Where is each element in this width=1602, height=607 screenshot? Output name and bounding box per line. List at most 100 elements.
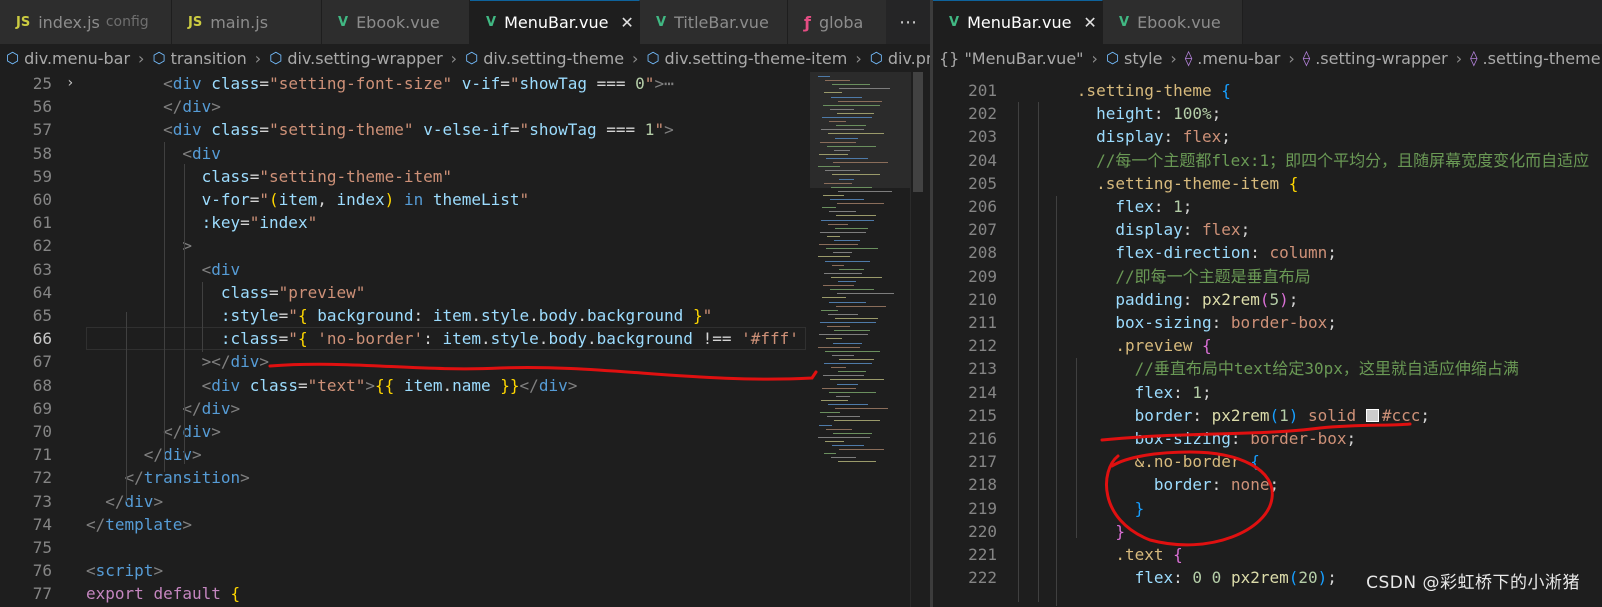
watermark: CSDN @彩虹桥下的小淅猪 — [1366, 573, 1580, 593]
breadcrumb-item[interactable]: ⬡ div.setting-theme — [465, 49, 624, 68]
minimap-line — [831, 367, 846, 369]
vue-icon: V — [338, 14, 349, 30]
breadcrumb-item[interactable]: ⬡div.preview — [870, 49, 930, 68]
close-icon[interactable]: ✕ — [1083, 13, 1096, 32]
code-token: style — [490, 329, 539, 349]
minimap-line — [837, 383, 858, 385]
left-vertical-scrollbar[interactable] — [910, 72, 925, 607]
code-token: div — [124, 491, 154, 511]
tab-globa[interactable]: ƒ globa — [788, 0, 898, 44]
breadcrumb-item[interactable]: ⬡ transition — [152, 49, 246, 68]
code-text: <div class="setting-theme" v-else-if="sh… — [86, 118, 674, 141]
minimap-line — [829, 301, 866, 303]
code-token: > — [365, 375, 376, 395]
minimap-line — [836, 395, 850, 397]
left-scrollbar-thumb[interactable] — [913, 72, 923, 192]
code-line: 206 flex: 1; — [933, 195, 1602, 218]
line-number: 209 — [968, 266, 997, 286]
code-token: script — [95, 561, 154, 581]
code-token: : — [1182, 220, 1203, 240]
minimap-line — [835, 408, 888, 410]
breadcrumb-label: style — [1124, 48, 1163, 68]
color-swatch[interactable] — [1365, 408, 1379, 422]
breadcrumb-item[interactable]: ⟠ .setting-wrapper — [1303, 49, 1448, 68]
breadcrumb-separator: › — [254, 48, 262, 68]
close-icon[interactable]: ✕ — [620, 13, 633, 32]
breadcrumb-item[interactable]: ⬡ style — [1106, 49, 1162, 68]
breadcrumb-item[interactable]: ⬡ div.setting-wrapper — [269, 49, 442, 68]
code-token: div — [230, 352, 260, 372]
code-token: { — [1250, 452, 1260, 472]
indent-guide — [1018, 102, 1019, 602]
minimap-line — [824, 272, 862, 274]
right-breadcrumb: {} "MenuBar.vue" › ⬡ style › ⟠ .menu-bar › ⟠ .set… — [933, 44, 1602, 72]
tab-index-js[interactable]: JS index.js config — [0, 0, 172, 44]
breadcrumb-item[interactable]: ⟠ .menu-bar — [1185, 49, 1281, 68]
tab-main-js[interactable]: JS main.js — [172, 0, 322, 44]
code-text: .text { — [1019, 543, 1182, 566]
minimap-line — [838, 100, 882, 102]
minimap-line — [838, 281, 856, 282]
code-token: = — [249, 166, 260, 186]
code-text: </template> — [86, 513, 192, 536]
left-code-editor[interactable]: 25 › <div class="setting-font-size" v-if=… — [0, 72, 930, 607]
code-token: "setting-theme-item" — [259, 166, 453, 186]
tab-ebook-vue[interactable]: V Ebook.vue — [1103, 0, 1243, 44]
code-line: 56 </div> — [0, 95, 930, 118]
code-token: div — [211, 259, 241, 279]
code-token: . — [586, 329, 597, 349]
code-text: ></div> — [86, 350, 269, 373]
tab-titlebar-vue[interactable]: V TitleBar.vue — [640, 0, 788, 44]
breadcrumb-item[interactable]: {} "MenuBar.vue" — [939, 49, 1084, 68]
code-text: :class="{ 'no-border': item.style.body.b… — [86, 327, 828, 350]
tab-menubar-vue[interactable]: V MenuBar.vue ✕ — [470, 0, 640, 44]
breadcrumb-item[interactable]: ⬡ div.menu-bar — [6, 49, 130, 68]
tab-menubar-vue[interactable]: V MenuBar.vue ✕ — [933, 0, 1103, 44]
code-token: > — [230, 398, 241, 418]
minimap-line — [831, 186, 872, 188]
code-token: " — [288, 329, 298, 349]
minimap-line — [836, 305, 886, 307]
left-editor-pane: JS index.js config JS main.js V Ebook.vue V Menu… — [0, 0, 930, 607]
tab-label: MenuBar.vue — [504, 13, 609, 32]
minimap-line — [823, 194, 844, 196]
code-token: default — [153, 584, 221, 604]
minimap-line — [827, 235, 840, 237]
right-code-editor[interactable]: 201 .setting-theme {202 height: 100%; 203… — [933, 72, 1602, 607]
code-text: :style="{ background: item.style.body.ba… — [86, 304, 712, 327]
code-token: index — [259, 213, 308, 233]
right-tab-bar: V MenuBar.vue ✕ V Ebook.vue — [933, 0, 1602, 44]
minimap-line — [836, 125, 866, 127]
code-token: }} — [500, 375, 520, 395]
line-number: 222 — [968, 568, 997, 588]
vue-icon: V — [949, 15, 960, 30]
minimap-line — [818, 256, 850, 258]
breadcrumb-item[interactable]: ⟠ .setting-theme — [1470, 49, 1600, 68]
breadcrumb-item[interactable]: ⬡ div.setting-theme-item — [646, 49, 847, 68]
code-token: { — [1288, 173, 1299, 193]
minimap-line — [825, 350, 880, 352]
more-actions-icon[interactable]: ⋯ — [886, 0, 930, 44]
minimap-line — [824, 92, 842, 94]
code-token: " — [644, 74, 655, 93]
minimap-line — [820, 231, 866, 233]
code-token: item — [278, 190, 318, 209]
breadcrumb-label: {} "MenuBar.vue" — [939, 48, 1084, 68]
code-token: export — [86, 584, 144, 604]
code-token: v-if — [461, 74, 501, 93]
code-token: > — [191, 445, 202, 465]
minimap[interactable] — [810, 72, 910, 607]
code-text: display: flex; — [1019, 125, 1231, 148]
fold-chevron-icon[interactable]: › — [66, 72, 74, 95]
minimap-line — [828, 404, 868, 405]
tab-ebook-vue[interactable]: V Ebook.vue — [322, 0, 470, 44]
minimap-line — [831, 276, 882, 278]
